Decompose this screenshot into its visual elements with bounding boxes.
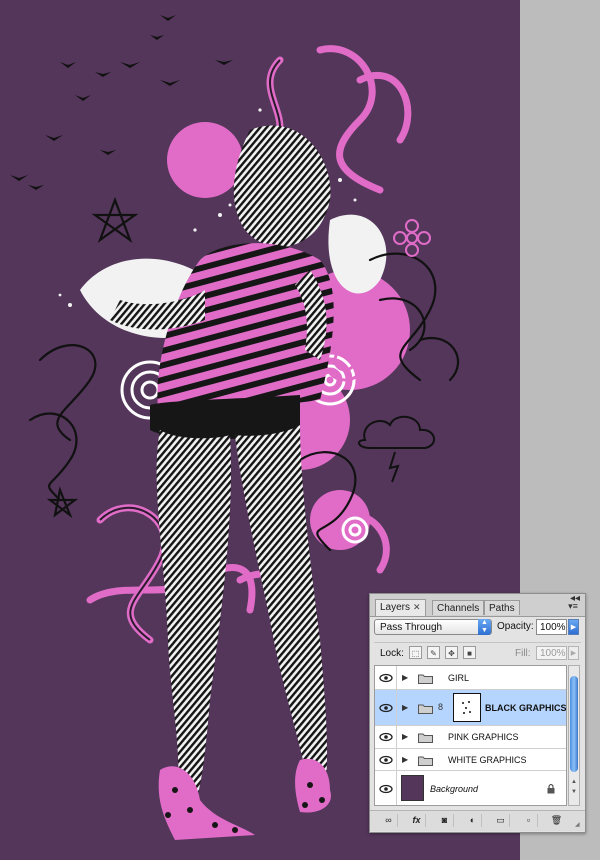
tab-layers[interactable]: Layers ✕ <box>375 599 426 616</box>
layer-name: Background <box>430 784 479 794</box>
layers-scrollbar[interactable]: ▲ ▼ <box>568 665 580 806</box>
select-arrows-icon: ▲ ▼ <box>478 619 491 635</box>
panel-tab-bar: Layers ✕ Channels Paths ◂◂ ▾≡ <box>370 593 585 617</box>
panel-bottom-bar: ∞ fx ◙ ◐ ▭ ▫ 🗑 ◢ <box>370 810 585 831</box>
scroll-up-icon[interactable]: ▲ <box>570 778 578 786</box>
layer-row-black-graphics[interactable]: ▶ 8 BLACK GRAPHICS <box>375 690 567 726</box>
fx-icon[interactable]: fx <box>408 814 426 827</box>
mask-link-icon[interactable]: 8 <box>438 702 443 712</box>
opacity-slider-button[interactable]: ▶ <box>568 619 579 635</box>
panel-menu-icon[interactable]: ▾≡ <box>567 600 579 612</box>
lock-all-icon[interactable]: ■ <box>463 646 476 659</box>
visibility-eye-icon[interactable] <box>375 749 397 770</box>
tab-channels[interactable]: Channels <box>432 600 485 615</box>
visibility-eye-icon[interactable] <box>375 666 397 689</box>
fill-label: Fill: <box>515 648 531 659</box>
trash-icon[interactable]: 🗑 <box>548 814 565 827</box>
lock-transparency-icon[interactable]: ⬚ <box>409 646 422 659</box>
new-group-icon[interactable]: ▭ <box>492 814 510 827</box>
layer-name: GIRL <box>448 672 470 683</box>
link-icon[interactable]: ∞ <box>380 814 398 827</box>
layer-row-background[interactable]: Background <box>375 771 566 805</box>
folder-icon <box>418 704 433 714</box>
expand-triangle-icon[interactable]: ▶ <box>402 673 410 683</box>
lock-label: Lock: <box>380 648 404 659</box>
tab-paths-label: Paths <box>489 603 515 614</box>
expand-triangle-icon[interactable]: ▶ <box>402 755 410 765</box>
blend-mode-value: Pass Through <box>380 622 443 633</box>
background-thumbnail[interactable] <box>401 775 424 801</box>
layers-panel: Layers ✕ Channels Paths ◂◂ ▾≡ Pass Throug… <box>369 593 586 833</box>
layer-row-girl[interactable]: ▶ GIRL <box>375 666 566 690</box>
expand-triangle-icon[interactable]: ▶ <box>402 732 410 742</box>
layer-name: WHITE GRAPHICS <box>448 754 527 765</box>
layer-row-pink-graphics[interactable]: ▶ PINK GRAPHICS <box>375 726 566 749</box>
blend-row: Pass Through ▲ ▼ Opacity: 100% ▶ <box>374 619 581 637</box>
layer-name: PINK GRAPHICS <box>448 732 519 742</box>
add-mask-icon[interactable]: ◙ <box>436 814 454 827</box>
scrollbar-thumb[interactable] <box>570 676 578 772</box>
layer-name: BLACK GRAPHICS <box>485 702 567 713</box>
visibility-eye-icon[interactable] <box>375 690 397 725</box>
layer-row-white-graphics[interactable]: ▶ WHITE GRAPHICS <box>375 749 566 771</box>
opacity-label: Opacity: <box>497 621 534 632</box>
folder-icon <box>418 756 433 766</box>
layer-lock-icon <box>547 784 555 794</box>
close-tab-icon[interactable]: ✕ <box>413 602 421 612</box>
tab-layers-label: Layers <box>380 602 411 613</box>
visibility-eye-icon[interactable] <box>375 726 397 748</box>
folder-icon <box>418 733 433 743</box>
folder-icon <box>418 674 433 684</box>
layer-mask-thumbnail[interactable] <box>453 693 481 722</box>
resize-grip-icon[interactable]: ◢ <box>575 821 583 829</box>
lock-row: Lock: ⬚ ✎ ✥ ■ Fill: 100% ▶ <box>374 642 581 664</box>
visibility-eye-icon[interactable] <box>375 771 397 805</box>
fill-field[interactable]: 100% <box>536 646 567 660</box>
lock-image-icon[interactable]: ✎ <box>427 646 440 659</box>
opacity-field[interactable]: 100% <box>536 619 567 635</box>
tab-paths[interactable]: Paths <box>484 600 520 615</box>
new-layer-icon[interactable]: ▫ <box>520 814 538 827</box>
tab-channels-label: Channels <box>437 603 480 614</box>
layers-list: ▶ GIRL ▶ 8 BLACK GRAPHICS ▶ PINK GRAPHIC… <box>374 665 567 806</box>
expand-triangle-icon[interactable]: ▶ <box>402 703 410 713</box>
blend-mode-select[interactable]: Pass Through ▲ ▼ <box>374 619 492 635</box>
fill-slider-button[interactable]: ▶ <box>568 646 579 660</box>
lock-position-icon[interactable]: ✥ <box>445 646 458 659</box>
scroll-down-icon[interactable]: ▼ <box>570 788 578 796</box>
adjustment-layer-icon[interactable]: ◐ <box>464 814 482 827</box>
